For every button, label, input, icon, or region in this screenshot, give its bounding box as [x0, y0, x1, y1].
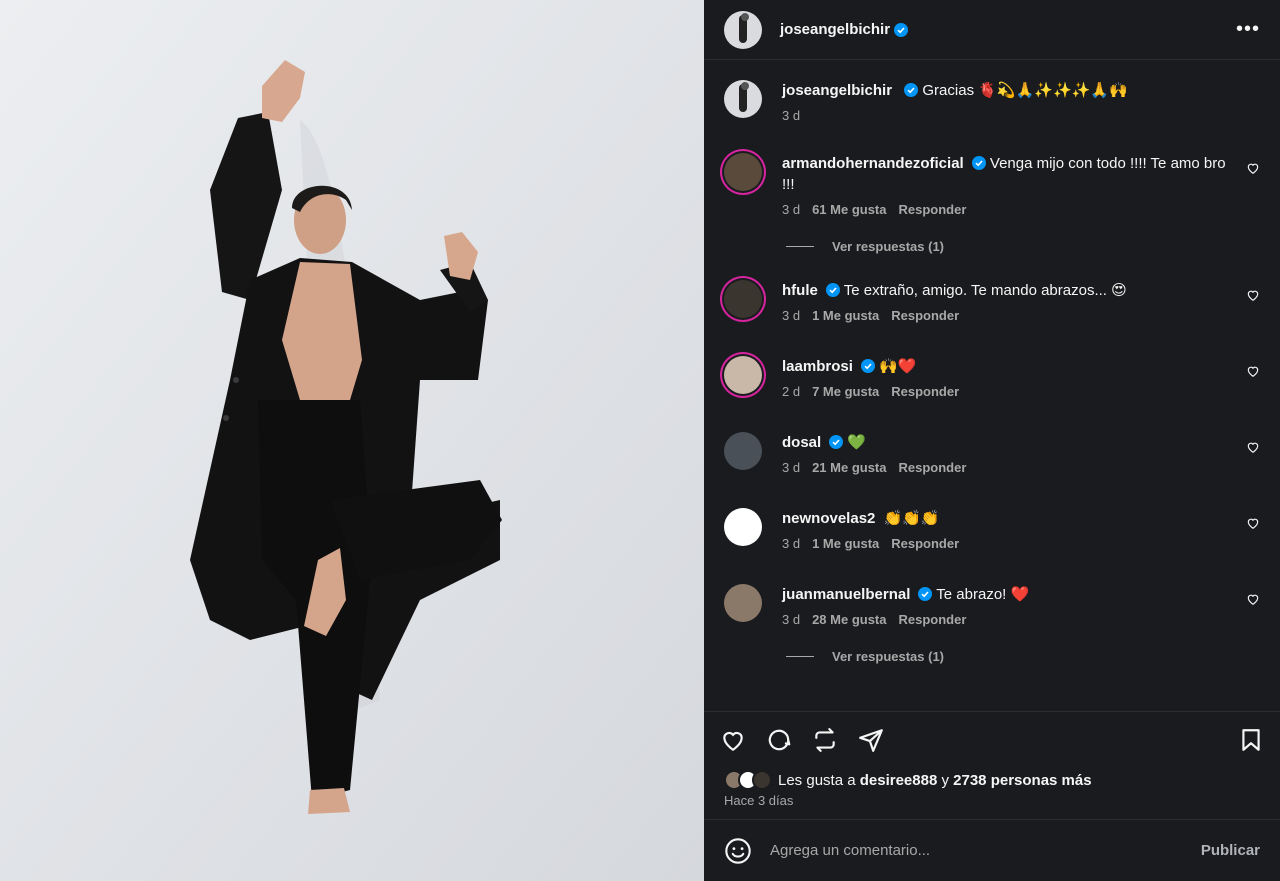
commenter-avatar[interactable] — [724, 153, 762, 191]
comments-list[interactable]: joseangelbichir Gracias 🫀💫🙏✨✨✨🙏🙌 3 d arm… — [704, 60, 1280, 711]
comment-username[interactable]: juanmanuelbernal — [782, 586, 910, 603]
post-photo[interactable] — [0, 0, 704, 881]
author-avatar[interactable] — [724, 10, 762, 49]
like-heart-icon[interactable] — [720, 727, 746, 753]
comment-likes[interactable]: 28 Me gusta — [812, 612, 886, 627]
verified-badge-icon — [904, 83, 919, 97]
caption-time: 3 d — [782, 108, 801, 123]
comment-input[interactable] — [770, 842, 1201, 859]
comment-time: 2 d — [782, 384, 801, 399]
comment-time: 3 d — [782, 460, 801, 475]
comment-time: 3 d — [782, 202, 801, 217]
comment-item: dosal 💚 3 d 21 Me gusta Responder — [724, 432, 1260, 508]
comment-likes[interactable]: 1 Me gusta — [812, 536, 879, 551]
comment-username[interactable]: newnovelas2 — [782, 510, 875, 527]
commenter-avatar[interactable] — [724, 280, 762, 318]
like-comment-heart-icon[interactable] — [1246, 364, 1260, 378]
commenter-avatar[interactable] — [724, 356, 762, 394]
commenter-avatar[interactable] — [724, 432, 762, 470]
reply-button[interactable]: Responder — [899, 202, 967, 217]
repost-icon[interactable] — [812, 727, 838, 753]
author-username[interactable]: joseangelbichir — [780, 21, 890, 38]
post-photo-illustration — [0, 0, 704, 881]
comment-text: Te extraño, amigo. Te mando abrazos... 😍 — [843, 282, 1127, 299]
post-actions — [704, 711, 1280, 767]
comment-text: 👏👏👏 — [883, 510, 940, 527]
comment-time: 3 d — [782, 536, 801, 551]
liker-avatar — [752, 770, 772, 790]
comment-text: 🙌❤️ — [879, 358, 917, 375]
liker-username[interactable]: desiree888 — [860, 772, 938, 789]
comment-likes[interactable]: 61 Me gusta — [812, 202, 886, 217]
verified-badge-icon — [894, 22, 909, 37]
post-header: joseangelbichir ••• — [704, 0, 1280, 60]
likes-summary: Les gusta a desiree888 y 2738 personas m… — [704, 767, 1280, 793]
view-replies-button[interactable]: Ver respuestas (1) — [786, 239, 1260, 254]
commenter-avatar[interactable] — [724, 584, 762, 622]
commenter-avatar[interactable] — [724, 508, 762, 546]
comment-text: 💚 — [847, 434, 867, 451]
like-comment-heart-icon[interactable] — [1246, 516, 1260, 530]
view-replies-button[interactable]: Ver respuestas (1) — [786, 649, 1260, 664]
comment-username[interactable]: dosal — [782, 434, 821, 451]
comment-bubble-icon[interactable] — [766, 727, 792, 753]
reply-button[interactable]: Responder — [899, 612, 967, 627]
emoji-picker-icon[interactable] — [724, 837, 752, 865]
publish-button[interactable]: Publicar — [1201, 842, 1260, 859]
comment-likes[interactable]: 1 Me gusta — [812, 308, 879, 323]
comment-composer: Publicar — [704, 819, 1280, 881]
like-comment-heart-icon[interactable] — [1246, 288, 1260, 302]
reply-button[interactable]: Responder — [891, 536, 959, 551]
comment-item: laambrosi 🙌❤️ 2 d 7 Me gusta Responder — [724, 356, 1260, 432]
save-bookmark-icon[interactable] — [1238, 727, 1264, 753]
comment-item: hfule Te extraño, amigo. Te mando abrazo… — [724, 280, 1260, 356]
caption-text: Gracias 🫀💫🙏✨✨✨🙏🙌 — [922, 82, 1128, 99]
likes-count[interactable]: 2738 personas más — [953, 772, 1091, 789]
verified-badge-icon — [860, 359, 875, 373]
reply-button[interactable]: Responder — [899, 460, 967, 475]
comment-item: newnovelas2 👏👏👏 3 d 1 Me gusta Responder — [724, 508, 1260, 584]
verified-badge-icon — [825, 283, 840, 297]
comment-item: armandohernandezoficial Venga mijo con t… — [724, 153, 1260, 217]
verified-badge-icon — [918, 587, 933, 601]
comment-username[interactable]: armandohernandezoficial — [782, 155, 964, 172]
comment-time: 3 d — [782, 308, 801, 323]
comment-text: Te abrazo! ❤️ — [936, 586, 1030, 603]
caption-username[interactable]: joseangelbichir — [782, 82, 892, 99]
like-comment-heart-icon[interactable] — [1246, 440, 1260, 454]
author-avatar[interactable] — [724, 80, 762, 118]
caption: joseangelbichir Gracias 🫀💫🙏✨✨✨🙏🙌 3 d — [724, 80, 1260, 153]
comment-likes[interactable]: 7 Me gusta — [812, 384, 879, 399]
more-options-icon[interactable]: ••• — [1236, 18, 1260, 41]
comment-time: 3 d — [782, 612, 801, 627]
share-send-icon[interactable] — [858, 727, 884, 753]
comment-username[interactable]: laambrosi — [782, 358, 853, 375]
like-comment-heart-icon[interactable] — [1246, 592, 1260, 606]
comment-item: juanmanuelbernal Te abrazo! ❤️ 3 d 28 Me… — [724, 584, 1260, 627]
post-time: Hace 3 días — [724, 793, 794, 808]
post-side-panel: joseangelbichir ••• joseangelbichir Grac… — [704, 0, 1280, 881]
comment-likes[interactable]: 21 Me gusta — [812, 460, 886, 475]
reply-button[interactable]: Responder — [891, 308, 959, 323]
verified-badge-icon — [971, 156, 986, 170]
reply-button[interactable]: Responder — [891, 384, 959, 399]
like-comment-heart-icon[interactable] — [1246, 161, 1260, 175]
post-modal: joseangelbichir ••• joseangelbichir Grac… — [0, 0, 1280, 881]
verified-badge-icon — [829, 435, 844, 449]
comment-username[interactable]: hfule — [782, 282, 818, 299]
